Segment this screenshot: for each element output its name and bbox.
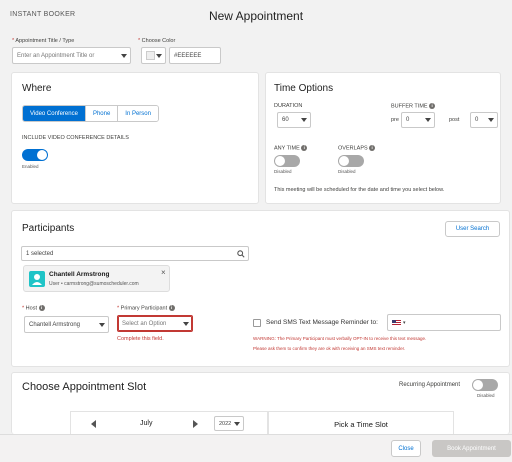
- option-video-conference[interactable]: Video Conference: [23, 106, 85, 121]
- country-caret-icon[interactable]: ▾: [403, 320, 406, 326]
- recurring-state: Disabled: [477, 393, 495, 398]
- post-buffer-select[interactable]: 0: [470, 112, 498, 128]
- include-video-toggle[interactable]: [22, 149, 48, 161]
- color-swatch: [146, 51, 155, 60]
- chevron-down-icon: [121, 53, 127, 58]
- info-icon: i: [429, 103, 436, 109]
- year-select[interactable]: 2022: [214, 416, 244, 431]
- info-icon: i: [168, 305, 175, 311]
- where-options: Video Conference Phone In Person: [22, 105, 159, 122]
- color-hex-input[interactable]: #EEEEEE: [169, 47, 221, 64]
- next-month-icon[interactable]: [193, 420, 198, 428]
- chevron-down-icon: [183, 321, 189, 326]
- page-title: New Appointment: [208, 9, 304, 23]
- buffer-time-label: BUFFER TIME i: [391, 103, 436, 109]
- chevron-down-icon: [99, 322, 105, 327]
- duration-select[interactable]: 60: [277, 112, 311, 128]
- participant-search-input[interactable]: 1 selected: [21, 246, 249, 261]
- any-time-state: Disabled: [274, 169, 292, 174]
- sms-warning-2: Please ask them to confirm they are ok w…: [253, 346, 406, 351]
- slot-card: Choose Appointment Slot Recurring Appoin…: [11, 372, 510, 435]
- color-swatch-button[interactable]: [141, 47, 166, 64]
- slot-title: Choose Appointment Slot: [22, 381, 147, 393]
- user-avatar-icon: [29, 271, 45, 287]
- participants-title: Participants: [22, 223, 75, 234]
- time-options-card: Time Options DURATION 60 BUFFER TIME i p…: [265, 72, 501, 204]
- recurring-toggle[interactable]: [472, 379, 498, 391]
- primary-participant-error: Complete this field.: [117, 336, 164, 342]
- chip-name: Chantell Armstrong: [49, 271, 110, 278]
- pick-time-label: Pick a Time Slot: [334, 420, 388, 429]
- participants-card: Participants User Search 1 selected Chan…: [11, 210, 510, 367]
- any-time-toggle[interactable]: [274, 155, 300, 167]
- pre-label: pre: [391, 117, 399, 123]
- calendar-panel: July 2022: [70, 411, 268, 435]
- appt-title-label: * Appointment Title / Type: [12, 38, 75, 44]
- overlaps-toggle[interactable]: [338, 155, 364, 167]
- close-button[interactable]: Close: [391, 440, 421, 457]
- sms-reminder-checkbox[interactable]: [253, 319, 261, 327]
- us-flag-icon: [392, 319, 401, 326]
- schedule-note: This meeting will be scheduled for the d…: [274, 187, 445, 193]
- search-icon: [237, 250, 245, 258]
- any-time-label: ANY TIME i: [274, 145, 308, 151]
- pre-buffer-select[interactable]: 0: [401, 112, 435, 128]
- month-label: July: [140, 420, 153, 427]
- chevron-down-icon: [301, 118, 307, 122]
- chevron-down-icon: [234, 421, 240, 426]
- info-icon: i: [38, 305, 45, 311]
- sms-reminder-label: Send SMS Text Message Reminder to:: [266, 319, 378, 326]
- chip-subtitle: User • carmstrong@sumoscheduler.com: [49, 281, 139, 287]
- where-card: Where Video Conference Phone In Person I…: [11, 72, 259, 204]
- primary-participant-select[interactable]: Select an Option: [117, 315, 193, 332]
- color-label: * Choose Color: [138, 38, 176, 44]
- prev-month-icon[interactable]: [91, 420, 96, 428]
- info-icon: i: [369, 145, 376, 151]
- footer-bar: Close Book Appointment: [0, 434, 512, 462]
- duration-label: DURATION: [274, 103, 303, 109]
- chevron-down-icon: [488, 118, 494, 122]
- primary-participant-label: * Primary Participant i: [117, 305, 175, 311]
- sms-warning-1: WARNING: The Primary Participant must ve…: [253, 336, 427, 341]
- overlaps-label: OVERLAPS i: [338, 145, 376, 151]
- remove-participant-icon[interactable]: ×: [161, 268, 166, 277]
- chevron-down-icon: [425, 118, 431, 122]
- sms-phone-input[interactable]: ▾: [387, 314, 501, 331]
- time-slot-panel: Pick a Time Slot: [268, 411, 454, 435]
- recurring-label: Recurring Appointment: [399, 382, 461, 388]
- appt-title-placeholder: Enter an Appointment Title or: [17, 52, 95, 59]
- time-options-title: Time Options: [274, 83, 334, 94]
- include-video-label: INCLUDE VIDEO CONFERENCE DETAILS: [22, 135, 129, 141]
- chevron-down-icon: [156, 53, 162, 58]
- include-video-state: Enabled: [22, 164, 39, 169]
- user-search-button[interactable]: User Search: [445, 221, 500, 237]
- info-icon: i: [301, 145, 308, 151]
- participant-chip: Chantell Armstrong User • carmstrong@sum…: [23, 265, 170, 292]
- host-select[interactable]: Chantell Armstrong: [24, 316, 109, 333]
- host-label: * Host i: [22, 305, 45, 311]
- appt-title-select[interactable]: Enter an Appointment Title or: [12, 47, 131, 64]
- option-phone[interactable]: Phone: [84, 106, 118, 121]
- post-label: post: [449, 117, 460, 123]
- book-appointment-button[interactable]: Book Appointment: [432, 440, 511, 457]
- overlaps-state: Disabled: [338, 169, 356, 174]
- where-title: Where: [22, 83, 52, 94]
- option-in-person[interactable]: In Person: [117, 106, 158, 121]
